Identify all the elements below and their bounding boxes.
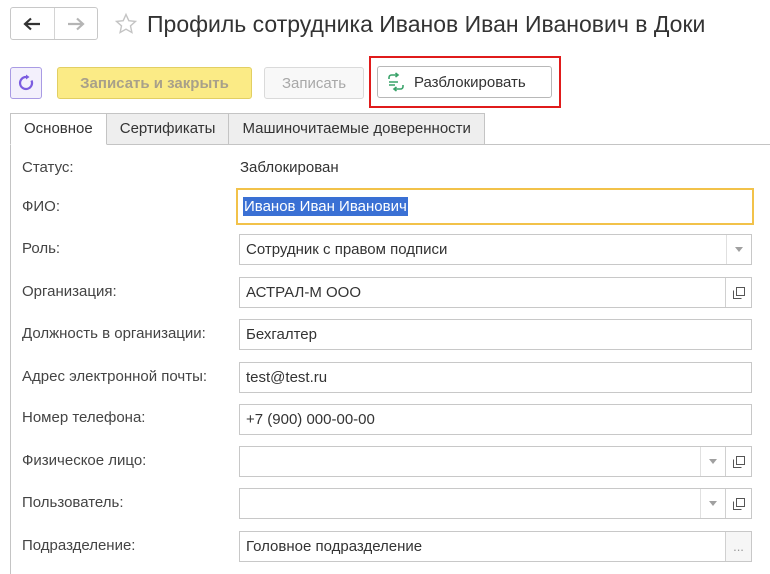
arrow-left-icon <box>23 17 41 30</box>
refresh-button[interactable] <box>10 67 42 99</box>
organization-field[interactable]: АСТРАЛ-М ООО <box>239 277 752 308</box>
organization-open-button[interactable] <box>725 278 751 307</box>
user-open-button[interactable] <box>725 489 751 518</box>
organization-label: Организация: <box>22 283 117 300</box>
refresh-icon <box>18 74 34 91</box>
phone-field[interactable]: +7 (900) 000-00-00 <box>239 404 752 435</box>
unlock-button-label: Разблокировать <box>414 73 526 91</box>
status-value: Заблокирован <box>240 159 339 176</box>
fio-field[interactable]: Иванов Иван Иванович <box>236 188 754 225</box>
position-field[interactable]: Бехгалтер <box>239 319 752 350</box>
phone-value: +7 (900) 000-00-00 <box>246 411 375 428</box>
user-label: Пользователь: <box>22 494 124 511</box>
role-field[interactable]: Сотрудник с правом подписи <box>239 234 752 265</box>
user-dropdown-button[interactable] <box>700 489 725 518</box>
tab-certificates[interactable]: Сертификаты <box>105 113 230 145</box>
tab-machine-readable-powers[interactable]: Машиночитаемые доверенности <box>228 113 485 145</box>
email-value: test@test.ru <box>246 369 328 386</box>
email-label: Адрес электронной почты: <box>22 368 208 385</box>
position-value: Бехгалтер <box>246 326 317 343</box>
content-border <box>10 144 11 574</box>
person-value <box>240 447 700 476</box>
phone-label: Номер телефона: <box>22 409 146 426</box>
department-label: Подразделение: <box>22 537 136 554</box>
user-value <box>240 489 700 518</box>
person-label: Физическое лицо: <box>22 452 147 469</box>
person-dropdown-button[interactable] <box>700 447 725 476</box>
open-window-icon <box>732 455 745 468</box>
ellipsis-icon: ... <box>733 539 744 554</box>
role-label: Роль: <box>22 240 61 257</box>
tab-bar: Основное Сертификаты Машиночитаемые дове… <box>10 113 485 145</box>
back-button[interactable] <box>11 8 54 39</box>
unlock-icon <box>388 72 404 92</box>
open-window-icon <box>732 286 745 299</box>
star-icon[interactable] <box>114 12 138 36</box>
department-choose-button[interactable]: ... <box>725 532 751 561</box>
tab-divider <box>10 144 770 145</box>
position-label: Должность в организации: <box>22 325 206 342</box>
role-dropdown-button[interactable] <box>726 235 751 264</box>
fio-value: Иванов Иван Иванович <box>243 197 408 216</box>
department-field[interactable]: Головное подразделение ... <box>239 531 752 562</box>
chevron-down-icon <box>735 247 743 252</box>
forward-button[interactable] <box>53 8 98 39</box>
status-label: Статус: <box>22 159 74 176</box>
fio-label: ФИО: <box>22 198 61 215</box>
navigation-group <box>10 7 98 40</box>
page-title: Профиль сотрудника Иванов Иван Иванович … <box>147 11 706 37</box>
arrow-right-icon <box>67 17 85 30</box>
chevron-down-icon <box>709 501 717 506</box>
unlock-button[interactable]: Разблокировать <box>377 66 552 98</box>
organization-value: АСТРАЛ-М ООО <box>246 284 362 301</box>
save-button[interactable]: Записать <box>264 67 364 99</box>
department-value: Головное подразделение <box>246 538 423 555</box>
role-value: Сотрудник с правом подписи <box>246 241 448 258</box>
save-and-close-button[interactable]: Записать и закрыть <box>57 67 252 99</box>
email-field[interactable]: test@test.ru <box>239 362 752 393</box>
person-open-button[interactable] <box>725 447 751 476</box>
tab-main[interactable]: Основное <box>10 113 107 145</box>
open-window-icon <box>732 497 745 510</box>
user-field[interactable] <box>239 488 752 519</box>
chevron-down-icon <box>709 459 717 464</box>
person-field[interactable] <box>239 446 752 477</box>
